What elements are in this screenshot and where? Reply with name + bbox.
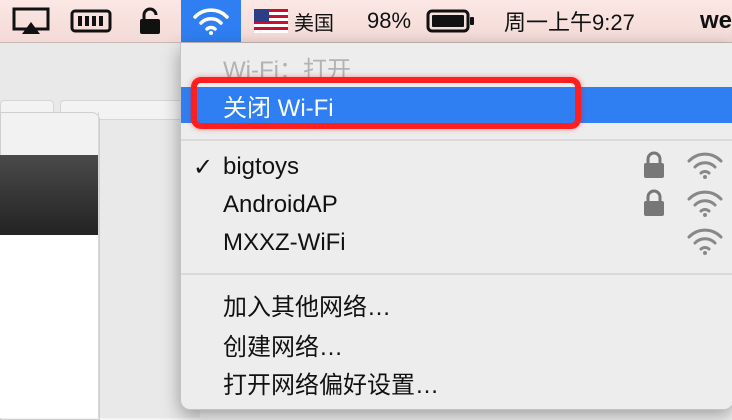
network-item-androidap[interactable]: AndroidAP [181, 187, 732, 223]
create-network-item[interactable]: 创建网络… [181, 326, 732, 362]
menu-separator [181, 139, 732, 141]
battery-icon[interactable] [426, 0, 476, 42]
clock[interactable]: 周一上午9:27 [504, 0, 635, 42]
network-item-bigtoys[interactable]: ✓ bigtoys [181, 149, 732, 185]
wifi-signal-icon [687, 227, 723, 260]
memory-icon[interactable] [70, 0, 112, 42]
menu-bar: 美国 98% 周一上午9:27 we [0, 0, 732, 43]
lock-icon[interactable] [138, 0, 162, 42]
background-window-content [0, 235, 98, 418]
background-window-toolbar [0, 155, 98, 235]
network-preferences-item[interactable]: 打开网络偏好设置… [181, 364, 732, 400]
background-divider [98, 112, 99, 418]
wifi-signal-icon [687, 189, 723, 222]
lock-small-icon [643, 189, 665, 222]
network-preferences-label: 打开网络偏好设置… [223, 371, 439, 399]
wifi-signal-icon [687, 151, 723, 184]
lock-small-icon [643, 151, 665, 184]
network-name: bigtoys [223, 153, 300, 180]
airplay-icon[interactable] [12, 0, 50, 42]
highlight-annotation [191, 77, 581, 129]
network-name: MXXZ-WiFi [223, 229, 346, 256]
battery-percent[interactable]: 98% [367, 0, 411, 42]
user-name[interactable]: we [700, 0, 732, 42]
input-source-label[interactable]: 美国 [294, 0, 334, 42]
network-item-mxxz-wifi[interactable]: MXXZ-WiFi [181, 225, 732, 261]
network-name: AndroidAP [223, 191, 338, 218]
join-other-network-label: 加入其他网络… [223, 293, 391, 321]
wifi-icon[interactable] [181, 0, 241, 42]
join-other-network-item[interactable]: 加入其他网络… [181, 286, 732, 322]
create-network-label: 创建网络… [223, 333, 343, 361]
us-flag-icon[interactable] [254, 0, 288, 42]
checkmark-icon: ✓ [193, 153, 214, 181]
menu-separator [181, 273, 732, 275]
